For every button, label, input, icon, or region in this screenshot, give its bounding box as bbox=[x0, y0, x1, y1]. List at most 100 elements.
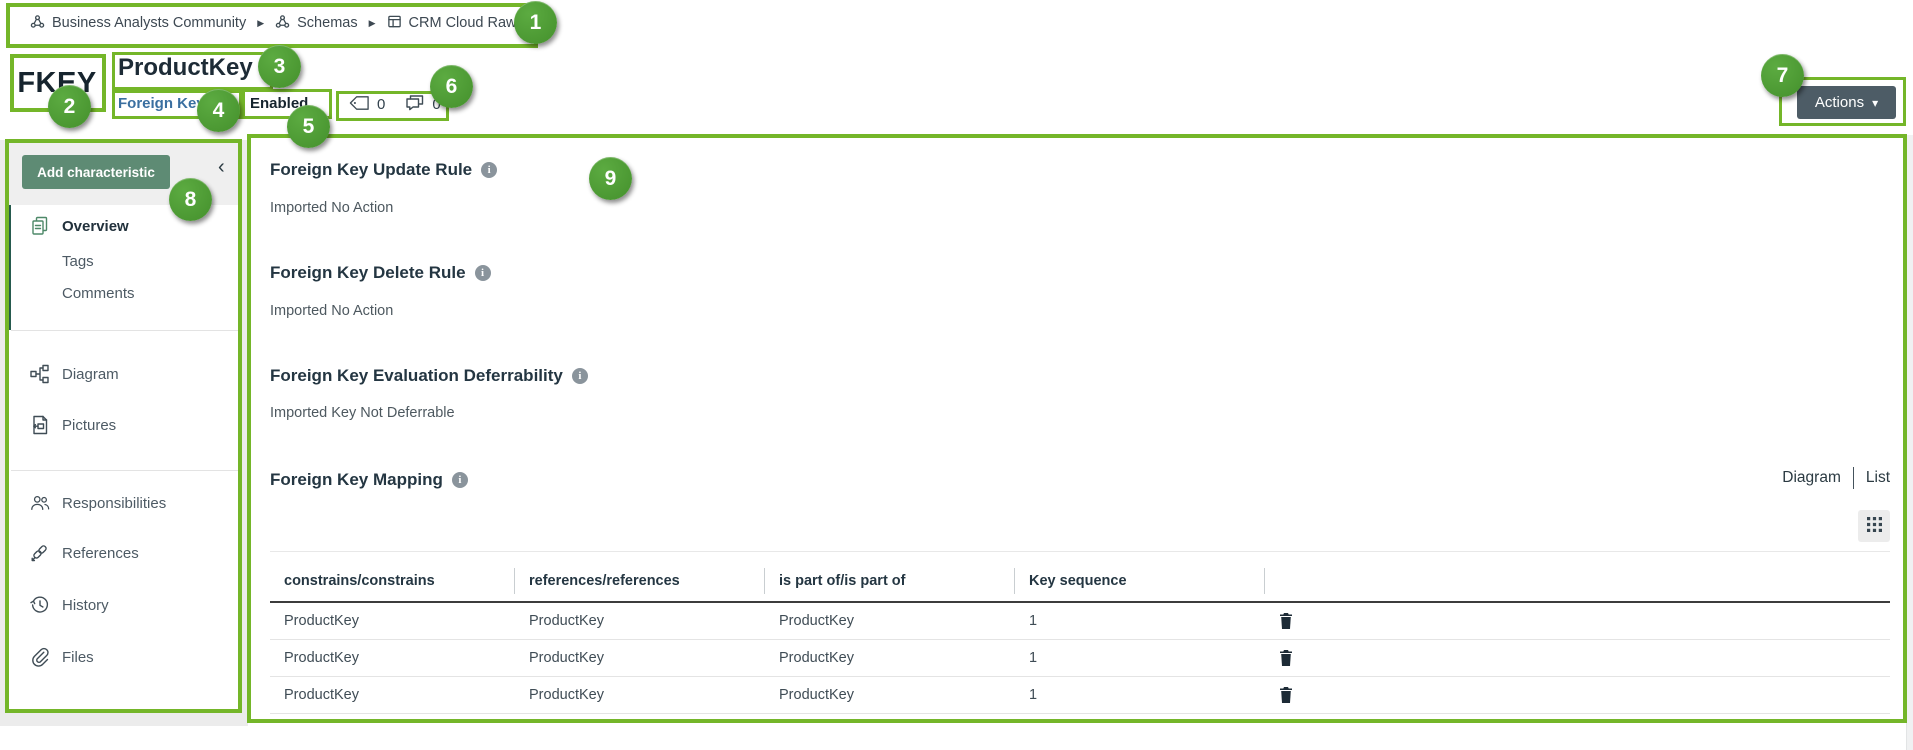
table-header-cell: Key sequence bbox=[1015, 568, 1265, 594]
table-cell: ProductKey bbox=[270, 650, 515, 666]
table-header-cell: is part of/is part of bbox=[765, 568, 1015, 594]
view-toggle-list[interactable]: List bbox=[1866, 469, 1890, 487]
caret-down-icon: ▾ bbox=[1872, 96, 1878, 110]
section-title-text: Foreign Key Update Rule bbox=[270, 160, 472, 180]
sidebar-item-history[interactable]: History bbox=[6, 590, 240, 620]
info-icon[interactable]: i bbox=[452, 472, 468, 488]
table-cell-actions bbox=[1265, 650, 1890, 666]
info-icon[interactable]: i bbox=[572, 368, 588, 384]
table-row: ProductKey ProductKey ProductKey 1 bbox=[270, 603, 1890, 640]
sidebar: Add characteristic ‹ Overview Tags Comme… bbox=[6, 140, 240, 712]
page-title[interactable]: ProductKey bbox=[118, 54, 253, 82]
breadcrumb-label: Schemas bbox=[297, 15, 357, 31]
main-content: Foreign Key Update Rule i Imported No Ac… bbox=[248, 135, 1906, 722]
sidebar-divider bbox=[11, 330, 240, 331]
sidebar-item-tags[interactable]: Tags bbox=[6, 246, 240, 276]
files-icon bbox=[30, 647, 50, 667]
section-title-mapping: Foreign Key Mapping i bbox=[270, 470, 468, 490]
section-title-text: Foreign Key Evaluation Deferrability bbox=[270, 366, 563, 386]
delete-row-button[interactable] bbox=[1279, 650, 1293, 666]
header-counters: 0 0 bbox=[349, 94, 441, 115]
sidebar-item-files[interactable]: Files bbox=[6, 642, 240, 672]
actions-button[interactable]: Actions ▾ bbox=[1797, 86, 1896, 119]
tag-icon bbox=[349, 95, 370, 115]
comment-count: 0 bbox=[432, 96, 440, 113]
info-icon[interactable]: i bbox=[475, 265, 491, 281]
section-value: Imported No Action bbox=[270, 303, 393, 319]
community-icon bbox=[275, 14, 290, 33]
section-value: Imported No Action bbox=[270, 200, 393, 216]
mapping-table: constrains/constrains references/referen… bbox=[270, 551, 1890, 714]
trash-icon bbox=[1279, 650, 1293, 666]
table-cell: 1 bbox=[1015, 650, 1265, 666]
schema-icon bbox=[387, 14, 402, 33]
section-title-update-rule: Foreign Key Update Rule i bbox=[270, 160, 497, 180]
breadcrumb-separator: ▶ bbox=[369, 18, 376, 29]
table-header-row: constrains/constrains references/referen… bbox=[270, 561, 1890, 603]
responsibilities-icon bbox=[30, 493, 50, 513]
delete-row-button[interactable] bbox=[1279, 687, 1293, 703]
overview-icon bbox=[30, 216, 50, 236]
asset-type-badge: FKEY bbox=[12, 57, 102, 110]
table-cell: ProductKey bbox=[270, 687, 515, 703]
status-badge: Enabled bbox=[250, 95, 308, 112]
breadcrumb-item-community[interactable]: Business Analysts Community bbox=[30, 14, 246, 33]
collapse-sidebar-button[interactable]: ‹ bbox=[218, 157, 225, 177]
breadcrumb-label: Business Analysts Community bbox=[52, 15, 246, 31]
table-cell: ProductKey bbox=[765, 650, 1015, 666]
history-icon bbox=[30, 595, 50, 615]
view-toggle-divider bbox=[1853, 467, 1854, 489]
view-toggle-diagram[interactable]: Diagram bbox=[1782, 469, 1841, 487]
actions-button-label: Actions bbox=[1815, 94, 1864, 111]
sidebar-item-label: Pictures bbox=[62, 417, 116, 434]
trash-icon bbox=[1279, 613, 1293, 629]
breadcrumb-item-schemas[interactable]: Schemas bbox=[275, 14, 357, 33]
sidebar-item-references[interactable]: References bbox=[6, 538, 240, 568]
sidebar-item-diagram[interactable]: Diagram bbox=[6, 359, 240, 389]
sidebar-item-overview[interactable]: Overview bbox=[6, 211, 240, 241]
section-title-delete-rule: Foreign Key Delete Rule i bbox=[270, 263, 491, 283]
table-header-cell: references/references bbox=[515, 568, 765, 594]
grid-icon bbox=[1867, 517, 1882, 535]
info-icon[interactable]: i bbox=[481, 162, 497, 178]
comments-icon bbox=[405, 94, 425, 115]
sidebar-item-label: Diagram bbox=[62, 366, 119, 383]
sidebar-item-comments[interactable]: Comments bbox=[6, 278, 240, 308]
table-cell: ProductKey bbox=[515, 613, 765, 629]
references-icon bbox=[30, 543, 50, 563]
table-row: ProductKey ProductKey ProductKey 1 bbox=[270, 640, 1890, 677]
table-header-cell: constrains/constrains bbox=[270, 568, 515, 594]
sidebar-item-label: Responsibilities bbox=[62, 495, 166, 512]
sidebar-item-pictures[interactable]: Pictures bbox=[6, 410, 240, 440]
breadcrumb: Business Analysts Community ▶ Schemas ▶ … bbox=[30, 10, 551, 36]
table-cell: 1 bbox=[1015, 613, 1265, 629]
annotation-circle: 3 bbox=[258, 45, 301, 88]
table-cell: 1 bbox=[1015, 687, 1265, 703]
trash-icon bbox=[1279, 687, 1293, 703]
table-cell: ProductKey bbox=[765, 687, 1015, 703]
vertical-scrollbar[interactable] bbox=[1906, 135, 1913, 750]
breadcrumb-item-schema-asset[interactable]: CRM Cloud Raw Data bbox=[387, 14, 552, 33]
table-cell-actions bbox=[1265, 613, 1890, 629]
asset-type-link[interactable]: Foreign Key bbox=[118, 95, 205, 112]
add-characteristic-button[interactable]: Add characteristic bbox=[22, 155, 170, 189]
section-value: Imported Key Not Deferrable bbox=[270, 405, 455, 421]
comments-counter[interactable]: 0 bbox=[405, 94, 440, 115]
breadcrumb-label: CRM Cloud Raw Data bbox=[409, 15, 552, 31]
table-header-cell bbox=[1265, 568, 1890, 594]
sidebar-item-label: References bbox=[62, 545, 139, 562]
table-cell: ProductKey bbox=[515, 650, 765, 666]
table-cell: ProductKey bbox=[765, 613, 1015, 629]
breadcrumb-separator: ▶ bbox=[257, 18, 264, 29]
tags-counter[interactable]: 0 bbox=[349, 95, 385, 115]
diagram-icon bbox=[30, 364, 50, 384]
sidebar-divider bbox=[11, 470, 240, 471]
community-icon bbox=[30, 14, 45, 33]
mapping-view-toggle: Diagram List bbox=[1782, 467, 1890, 489]
delete-row-button[interactable] bbox=[1279, 613, 1293, 629]
grid-view-button[interactable] bbox=[1858, 510, 1890, 542]
section-title-text: Foreign Key Delete Rule bbox=[270, 263, 466, 283]
tag-count: 0 bbox=[377, 96, 385, 113]
table-cell: ProductKey bbox=[270, 613, 515, 629]
sidebar-item-responsibilities[interactable]: Responsibilities bbox=[6, 488, 240, 518]
